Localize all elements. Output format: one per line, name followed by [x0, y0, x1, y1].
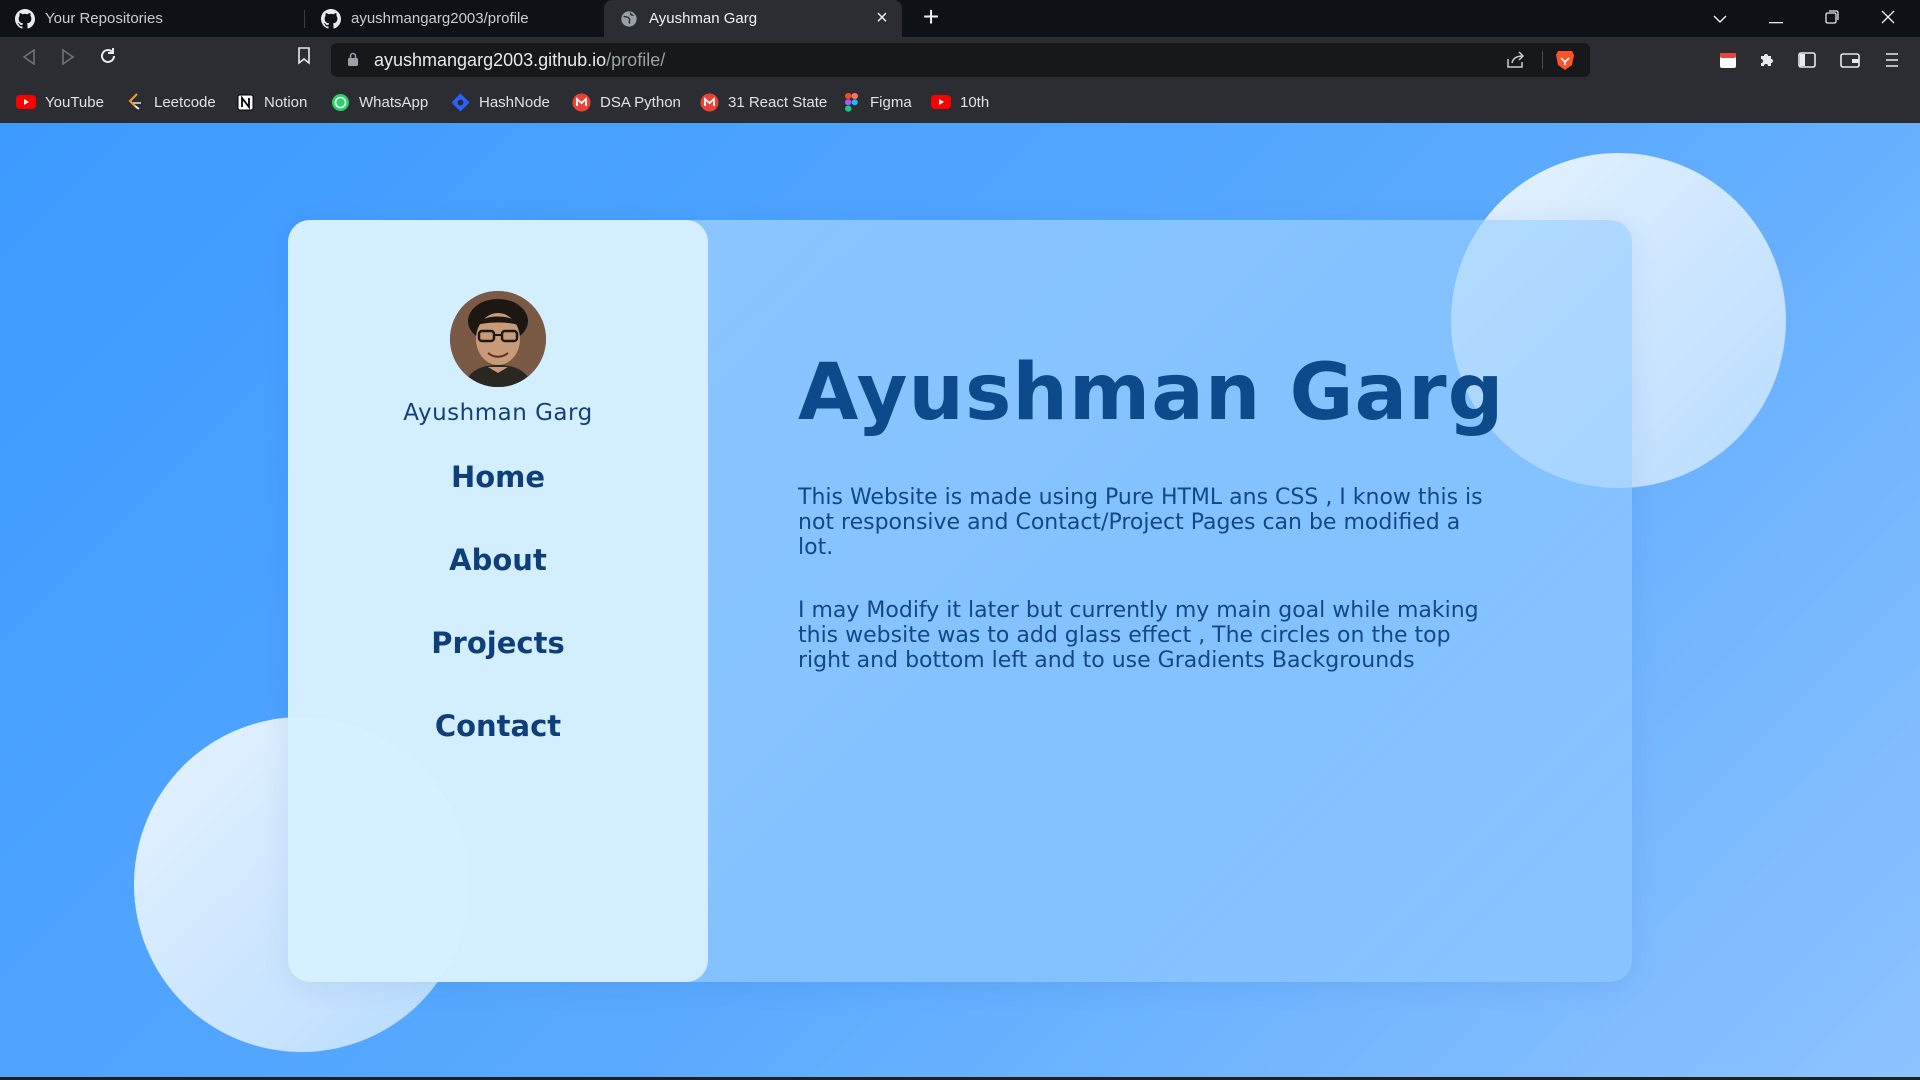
bookmark-hashnode[interactable]: HashNode: [450, 83, 550, 121]
brave-shields-icon[interactable]: [1555, 49, 1575, 76]
back-button[interactable]: [14, 46, 44, 74]
browser-toolbar: ayushmangarg2003.github.io/profile/: [0, 37, 1920, 83]
minimize-button[interactable]: [1748, 0, 1804, 37]
profile-sidebar: Ayushman Garg Home About Projects Contac…: [288, 220, 708, 982]
menu-hamburger-icon[interactable]: [1880, 48, 1904, 72]
extension-calendar-icon[interactable]: [1716, 48, 1740, 72]
youtube-icon: [16, 92, 36, 112]
tab-active-ayushman-garg[interactable]: Ayushman Garg ×: [604, 0, 902, 37]
bookmark-figma[interactable]: Figma: [841, 83, 912, 121]
gmail-icon: [699, 92, 719, 112]
bookmark-label: 10th: [960, 93, 990, 111]
bookmark-whatsapp[interactable]: WhatsApp: [330, 83, 428, 121]
bookmark-label: HashNode: [479, 93, 550, 111]
tab-strip: Your Repositories ayushmangarg2003/profi…: [0, 0, 1920, 37]
figma-icon: [841, 92, 861, 112]
tab-separator: [304, 10, 305, 28]
tab-your-repositories[interactable]: Your Repositories: [0, 0, 304, 37]
wallet-icon[interactable]: [1838, 48, 1862, 72]
sidebar-toggle-icon[interactable]: [1795, 48, 1819, 72]
bookmark-label: DSA Python: [600, 93, 681, 111]
nav-about[interactable]: About: [288, 543, 708, 577]
close-window-button[interactable]: [1860, 0, 1916, 37]
bookmark-dsa-python[interactable]: DSA Python: [571, 83, 681, 121]
url-path: /profile/: [606, 50, 666, 70]
omnibox-divider: [1542, 51, 1543, 69]
bookmark-label: Leetcode: [154, 93, 216, 111]
bookmark-label: Figma: [870, 93, 912, 111]
whatsapp-icon: [330, 92, 350, 112]
github-icon: [320, 8, 342, 30]
url-host: ayushmangarg2003.github.io: [374, 50, 607, 70]
close-tab-icon[interactable]: ×: [872, 8, 892, 28]
lock-icon[interactable]: [347, 52, 359, 72]
nav-home[interactable]: Home: [288, 460, 708, 494]
hashnode-icon: [450, 92, 470, 112]
tab-title: ayushmangarg2003/profile: [351, 10, 529, 27]
bookmark-label: Notion: [264, 93, 308, 111]
tab-profile-repo[interactable]: ayushmangarg2003/profile: [306, 0, 602, 37]
bookmarks-bar: YouTube Leetcode Notion WhatsApp HashNod…: [0, 83, 1920, 123]
youtube-icon: [931, 92, 951, 112]
forward-button[interactable]: [53, 46, 83, 74]
bookmark-notion[interactable]: Notion: [235, 83, 307, 121]
intro-paragraph: This Website is made using Pure HTML ans…: [798, 485, 1483, 560]
tab-search-chevron-icon[interactable]: [1692, 0, 1748, 37]
restore-button[interactable]: [1804, 0, 1860, 37]
url-text[interactable]: ayushmangarg2003.github.io/profile/: [374, 43, 665, 77]
page-title: Ayushman Garg: [798, 348, 1505, 438]
leetcode-icon: [125, 92, 145, 112]
address-bar[interactable]: ayushmangarg2003.github.io/profile/: [331, 43, 1590, 77]
reload-button[interactable]: [93, 46, 123, 74]
notion-icon: [235, 92, 255, 112]
share-icon[interactable]: [1506, 51, 1526, 74]
bookmark-label: 31 React State: [728, 93, 828, 111]
bookmark-youtube[interactable]: YouTube: [16, 83, 104, 121]
bookmark-page-icon[interactable]: [289, 46, 319, 74]
tab-title: Your Repositories: [45, 10, 163, 27]
nav-contact[interactable]: Contact: [288, 709, 708, 743]
sidebar-profile-name: Ayushman Garg: [403, 400, 593, 426]
goals-paragraph: I may Modify it later but currently my m…: [798, 598, 1479, 673]
gmail-icon: [571, 92, 591, 112]
webpage-viewport: Ayushman Garg Home About Projects Contac…: [0, 123, 1920, 1077]
bookmark-31-react-state[interactable]: 31 React State: [699, 83, 827, 121]
github-icon: [14, 8, 36, 30]
tab-title: Ayushman Garg: [649, 10, 758, 27]
bookmark-label: YouTube: [45, 93, 104, 111]
bookmark-10th[interactable]: 10th: [931, 83, 989, 121]
avatar: [450, 291, 546, 387]
glass-card: Ayushman Garg Home About Projects Contac…: [288, 220, 1632, 982]
bookmark-label: WhatsApp: [359, 93, 429, 111]
globe-icon: [618, 8, 640, 30]
new-tab-button[interactable]: +: [918, 3, 944, 31]
nav-projects[interactable]: Projects: [288, 626, 708, 660]
extensions-puzzle-icon[interactable]: [1755, 48, 1779, 72]
bookmark-leetcode[interactable]: Leetcode: [125, 83, 216, 121]
